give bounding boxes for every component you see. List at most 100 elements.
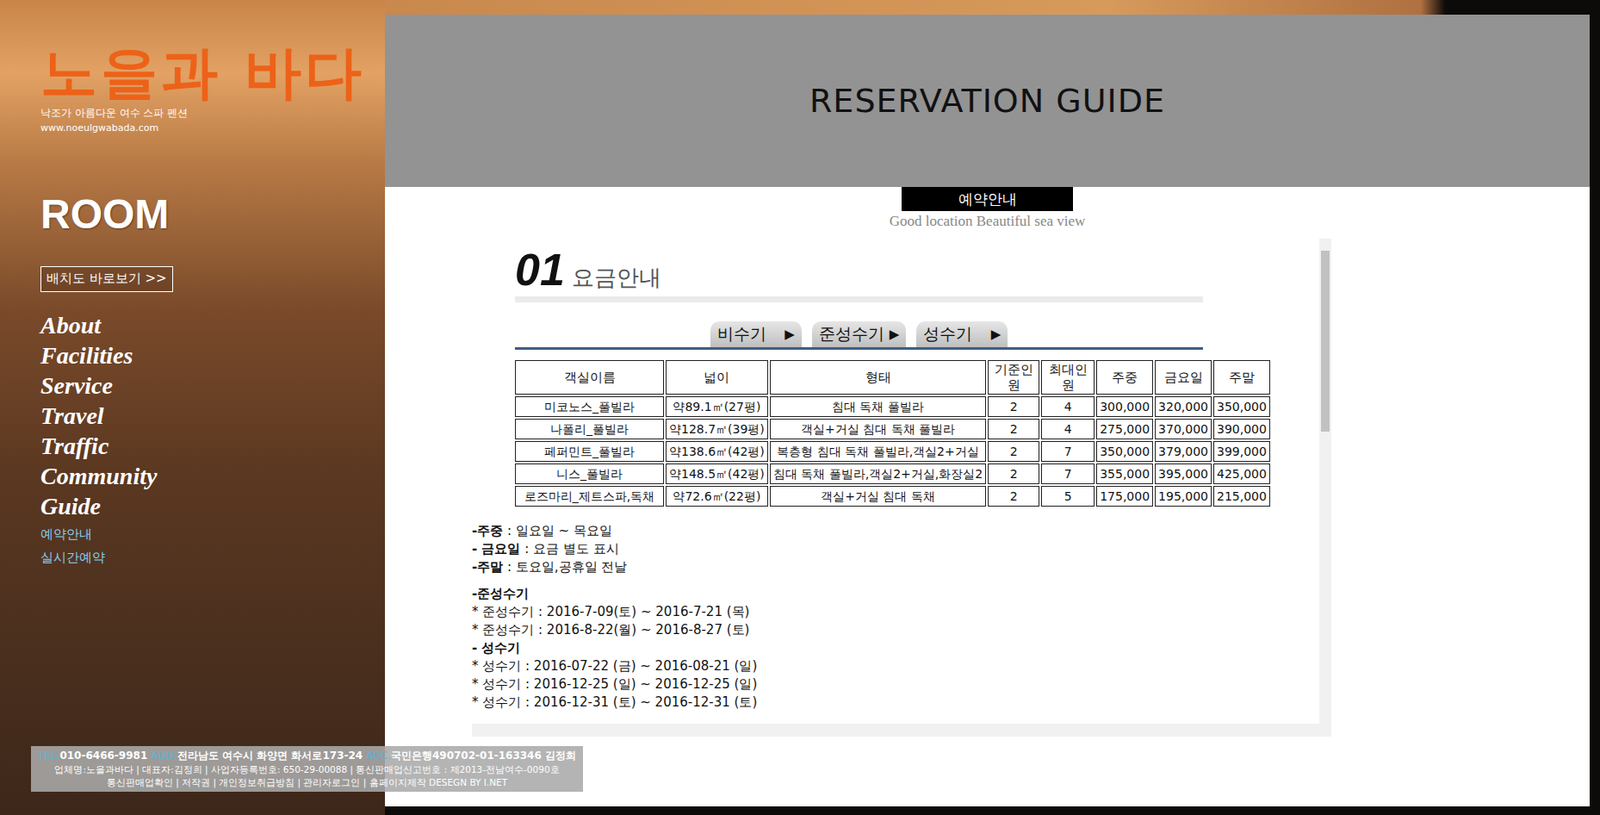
content-column: RESERVATION GUIDE예약안내Good location Beaut… — [384, 0, 1590, 815]
page: 노을과 바다낙조가 아름다운 여수 스파 펜션www.noeulgwabada.… — [0, 0, 1600, 815]
arrow-icon: ▶ — [991, 326, 1002, 342]
logo-title[interactable]: 노을과 바다 — [40, 43, 385, 103]
season-tab[interactable]: 성수기 ▶ — [916, 321, 1008, 348]
table-cell: 275,000 — [1096, 418, 1154, 440]
table-cell: 복층형 침대 독채 풀빌라,객실2+거실 — [769, 440, 987, 462]
table-cell: 2 — [987, 440, 1040, 462]
tab-label: 준성수기 — [818, 322, 885, 346]
scroll-thumb[interactable] — [1320, 250, 1330, 432]
site-footer: TEL.010-6466-9981 ADD.전라남도 여수시 화양면 화서로17… — [31, 745, 583, 792]
season-tab[interactable]: 준성수기▶ — [812, 321, 907, 348]
table-cell: 390,000 — [1213, 418, 1271, 440]
table-cell: 399,000 — [1213, 440, 1271, 462]
table-header: 객실이름넓이형태기준인원최대인원주중금요일주말 — [514, 359, 1271, 395]
season-tab[interactable]: 비수기 ▶ — [710, 321, 802, 348]
contact-label: TEL. — [37, 749, 60, 762]
sidebar-item[interactable]: Community — [40, 461, 385, 490]
table-cell: 객실+거실 침대 독채 풀빌라 — [769, 418, 987, 440]
footer-links[interactable]: 통신판매업확인 | 저작권 | 개인정보취급방침 | 관리자로그인 | 홈페이지… — [36, 776, 578, 789]
table-cell: 미코노스_풀빌라 — [514, 396, 664, 417]
badge-area: 예약안내Good location Beautiful sea view — [384, 186, 1590, 230]
column-header: 형태 — [769, 359, 987, 395]
column-header: 주중 — [1096, 359, 1154, 395]
table-cell: 350,000 — [1096, 440, 1154, 462]
column-header: 기준인원 — [987, 359, 1040, 395]
season-block: -준성수기* 준성수기 : 2016-7-09(토) ~ 2016-7-21 (… — [471, 584, 1320, 639]
table-cell: 379,000 — [1154, 440, 1212, 462]
note-text: : 일요일 ~ 목요일 — [502, 522, 613, 539]
table-cell: 약72.6㎡(22평) — [665, 485, 769, 507]
sidebar-subitem[interactable]: 실시간예약 — [40, 548, 385, 567]
note-label: -주말 — [471, 558, 503, 575]
table-cell: 2 — [987, 485, 1040, 507]
logo-tagline: 낙조가 아름다운 여수 스파 펜션 — [40, 105, 385, 121]
table-cell: 로즈마리_제트스파,독채 — [514, 485, 664, 507]
table-row: 페퍼민트_풀빌라약138.6㎡(42평)복층형 침대 독채 풀빌라,객실2+거실… — [514, 440, 1271, 462]
footer-info: 업체명:노을과바다 | 대표자:김정희 | 사업자등록번호: 650-29-00… — [36, 763, 578, 776]
sidebar-item[interactable]: Traffic — [40, 431, 385, 460]
sidebar-item[interactable]: Service — [40, 371, 385, 400]
table-cell: 나폴리_풀빌라 — [514, 418, 664, 440]
main-panel: RESERVATION GUIDE예약안내Good location Beaut… — [384, 14, 1590, 807]
section-rule — [514, 296, 1204, 303]
horizontal-scrollbar[interactable] — [471, 723, 1332, 737]
map-button[interactable]: 배치도 바로보기 >> — [40, 266, 174, 292]
season-heading: -준성수기 — [471, 585, 529, 602]
season-line: * 준성수기 : 2016-8-22(월) ~ 2016-8-27 (토) — [471, 620, 1320, 639]
table-cell: 페퍼민트_풀빌라 — [514, 440, 664, 462]
season-heading: - 성수기 — [471, 639, 521, 656]
table-cell: 약148.5㎡(42평) — [665, 463, 769, 484]
table-cell: 215,000 — [1213, 485, 1271, 507]
table-cell: 195,000 — [1154, 485, 1212, 507]
column-header: 객실이름 — [514, 359, 664, 395]
top-strip — [384, 0, 1590, 15]
footer-contact: TEL.010-6466-9981 ADD.전라남도 여수시 화양면 화서로17… — [36, 748, 578, 763]
page-badge: 예약안내 — [901, 186, 1073, 211]
table-cell: 425,000 — [1213, 463, 1271, 484]
right-edge — [1589, 0, 1600, 815]
note-text: : 토요일,공휴일 전날 — [502, 558, 627, 575]
sidebar-item[interactable]: About — [40, 310, 385, 340]
sidebar-heading: ROOM — [40, 193, 385, 236]
table-cell: 5 — [1041, 485, 1095, 507]
tab-label: 비수기 — [717, 322, 767, 346]
table-cell: 395,000 — [1154, 463, 1212, 484]
section-header: 01요금안내비수기 ▶ 준성수기▶ 성수기 ▶ — [514, 247, 1204, 350]
sidebar-item[interactable]: Travel — [40, 401, 385, 430]
table-cell: 2 — [987, 396, 1040, 417]
column-header: 넓이 — [665, 359, 769, 395]
note-text: : 요금 별도 표시 — [520, 540, 619, 557]
season-block: - 성수기* 성수기 : 2016-07-22 (금) ~ 2016-08-21… — [471, 638, 1320, 712]
section-title: 01요금안내 — [514, 247, 1204, 293]
column-header: 금요일 — [1154, 359, 1212, 395]
note-line: - 금요일 : 요금 별도 표시 — [471, 539, 1320, 559]
column-header: 최대인원 — [1041, 359, 1095, 395]
contact-value: 전라남도 여수시 화양면 화서로173-24 — [177, 749, 366, 762]
arrow-icon: ▶ — [784, 326, 795, 342]
table-cell: 320,000 — [1154, 396, 1212, 417]
table-cell: 2 — [987, 463, 1040, 484]
sidebar-item[interactable]: Facilities — [40, 341, 385, 370]
table-cell: 300,000 — [1096, 396, 1154, 417]
table-row: 나폴리_풀빌라약128.7㎡(39평)객실+거실 침대 독채 풀빌라24275,… — [514, 418, 1271, 440]
table-cell: 350,000 — [1213, 396, 1271, 417]
notes: -주중 : 일요일 ~ 목요일- 금요일 : 요금 별도 표시-주말 : 토요일… — [471, 521, 1320, 712]
season-line: * 성수기 : 2016-12-31 (토) ~ 2016-12-31 (토) — [471, 693, 1320, 712]
vertical-scrollbar[interactable] — [1319, 238, 1332, 724]
contact-label: ACC. — [365, 749, 391, 762]
tab-label: 성수기 — [923, 322, 973, 346]
table-cell: 약138.6㎡(42평) — [665, 440, 769, 462]
table-cell: 4 — [1041, 418, 1095, 440]
page-header: RESERVATION GUIDE — [384, 14, 1590, 187]
table-row: 미코노스_풀빌라약89.1㎡(27평)침대 독채 풀빌라24300,000320… — [514, 396, 1271, 417]
note-label: -주중 — [471, 522, 503, 539]
contact-value: 국민은행490702-01-163346 김정희 — [390, 749, 577, 762]
sidebar-subitem[interactable]: 예약안내 — [40, 525, 385, 544]
table-cell: 약128.7㎡(39평) — [665, 418, 769, 440]
sidebar-item[interactable]: Guide — [40, 491, 385, 521]
sidebar-menu: AboutFacilitiesServiceTravelTrafficCommu… — [40, 310, 385, 567]
logo-url[interactable]: www.noeulgwabada.com — [40, 122, 385, 134]
season-tabs: 비수기 ▶ 준성수기▶ 성수기 ▶ — [514, 321, 1204, 348]
contact-value: 010-6466-9981 — [59, 749, 151, 762]
table-cell: 7 — [1041, 440, 1095, 462]
